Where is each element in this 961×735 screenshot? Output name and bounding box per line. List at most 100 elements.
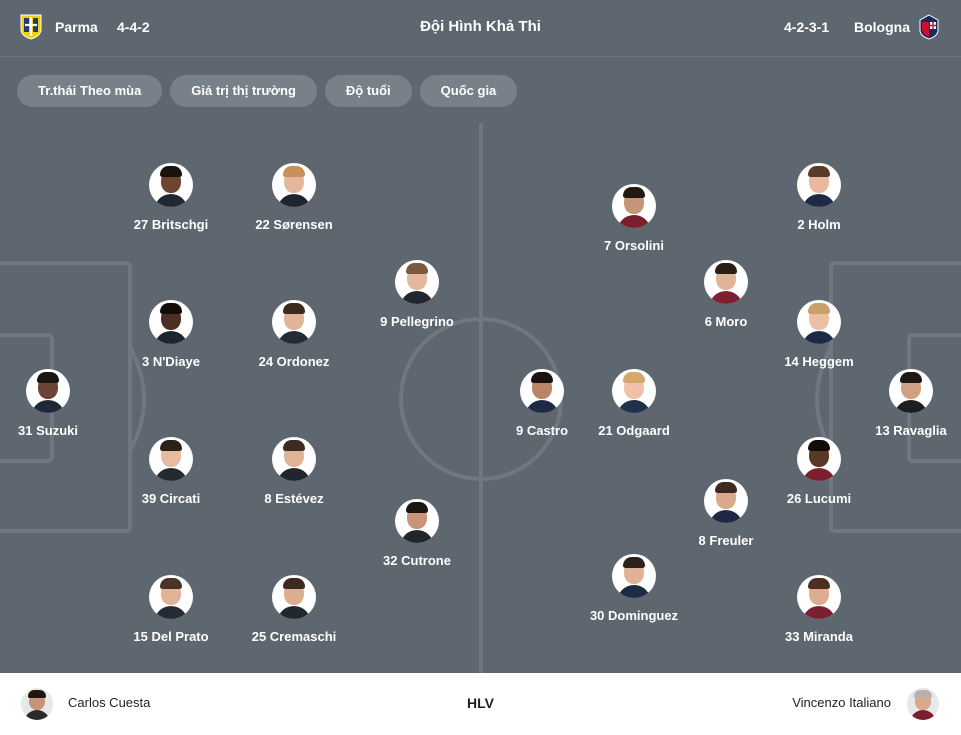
avatar-shirt	[802, 468, 836, 481]
player-name: 13 Ravaglia	[875, 423, 947, 438]
away-team-name[interactable]: Bologna	[854, 19, 910, 35]
parma-crest-icon[interactable]	[20, 14, 42, 40]
player-name: 8 Estévez	[264, 491, 324, 506]
filter-nationality[interactable]: Quốc gia	[419, 75, 518, 107]
avatar-hair	[283, 578, 305, 589]
avatar-hair	[28, 690, 46, 698]
lineup-header: Parma 4-4-2 Đội Hình Khả Thi 4-2-3-1 Bol…	[0, 0, 961, 57]
bologna-crest-icon[interactable]	[919, 14, 939, 40]
player-avatar	[797, 437, 841, 481]
home-coach-name[interactable]: Carlos Cuesta	[68, 695, 150, 710]
avatar-shirt	[400, 291, 434, 304]
player-name: 7 Orsolini	[604, 238, 664, 253]
home-coach-avatar[interactable]	[21, 688, 53, 720]
home-team-name[interactable]: Parma	[55, 19, 98, 35]
avatar-hair	[715, 263, 737, 274]
player-name: 2 Holm	[797, 217, 841, 232]
player-name: 39 Circati	[141, 491, 201, 506]
avatar-hair	[283, 166, 305, 177]
home-player[interactable]: 39 Circati	[106, 437, 236, 506]
avatar-hair	[808, 303, 830, 314]
away-player[interactable]: 21 Odgaard	[569, 369, 699, 438]
player-avatar	[26, 369, 70, 413]
avatar-shirt	[617, 585, 651, 598]
player-name: 21 Odgaard	[598, 423, 670, 438]
avatar-hair	[531, 372, 553, 383]
avatar-shirt	[24, 710, 50, 720]
avatar-shirt	[894, 400, 928, 413]
avatar-hair	[900, 372, 922, 383]
player-avatar	[797, 300, 841, 344]
player-avatar	[395, 260, 439, 304]
home-player[interactable]: 32 Cutrone	[352, 499, 482, 568]
player-name: 24 Ordonez	[258, 354, 330, 369]
avatar-hair	[406, 502, 428, 513]
away-player[interactable]: 7 Orsolini	[569, 184, 699, 253]
home-player[interactable]: 27 Britschgi	[106, 163, 236, 232]
home-player[interactable]: 22 Sørensen	[229, 163, 359, 232]
home-player[interactable]: 31 Suzuki	[0, 369, 113, 438]
lineup-panel: Parma 4-4-2 Đội Hình Khả Thi 4-2-3-1 Bol…	[0, 0, 961, 673]
avatar-hair	[623, 372, 645, 383]
player-avatar	[797, 163, 841, 207]
player-avatar	[272, 575, 316, 619]
player-name: 30 Dominguez	[589, 608, 679, 623]
avatar-shirt	[525, 400, 559, 413]
player-name: 31 Suzuki	[18, 423, 78, 438]
avatar-hair	[160, 440, 182, 451]
avatar-shirt	[154, 468, 188, 481]
avatar-shirt	[277, 606, 311, 619]
player-avatar	[149, 575, 193, 619]
avatar-hair	[623, 557, 645, 568]
avatar-shirt	[277, 194, 311, 207]
avatar-hair	[715, 482, 737, 493]
home-player[interactable]: 9 Pellegrino	[352, 260, 482, 329]
player-name: 27 Britschgi	[133, 217, 209, 232]
home-player[interactable]: 24 Ordonez	[229, 300, 359, 369]
player-avatar	[612, 369, 656, 413]
avatar-hair	[808, 578, 830, 589]
away-player[interactable]: 2 Holm	[754, 163, 884, 232]
home-player[interactable]: 3 N'Diaye	[106, 300, 236, 369]
away-player[interactable]: 30 Dominguez	[569, 554, 699, 623]
home-player[interactable]: 8 Estévez	[229, 437, 359, 506]
away-formation: 4-2-3-1	[784, 19, 830, 35]
avatar-hair	[160, 166, 182, 177]
avatar-shirt	[802, 194, 836, 207]
home-player[interactable]: 25 Cremaschi	[229, 575, 359, 644]
avatar-shirt	[617, 400, 651, 413]
avatar-shirt	[277, 468, 311, 481]
avatar-shirt	[910, 710, 936, 720]
avatar-shirt	[802, 606, 836, 619]
player-name: 33 Miranda	[785, 629, 853, 644]
player-avatar	[149, 437, 193, 481]
home-player[interactable]: 15 Del Prato	[106, 575, 236, 644]
away-player[interactable]: 8 Freuler	[661, 479, 791, 548]
away-player[interactable]: 13 Ravaglia	[846, 369, 961, 438]
avatar-hair	[914, 690, 932, 698]
filter-season-status[interactable]: Tr.thái Theo mùa	[17, 75, 163, 107]
player-avatar	[149, 163, 193, 207]
avatar-hair	[283, 440, 305, 451]
avatar-hair	[283, 303, 305, 314]
avatar-shirt	[802, 331, 836, 344]
away-coach-avatar[interactable]	[907, 688, 939, 720]
away-player[interactable]: 33 Miranda	[754, 575, 884, 644]
avatar-shirt	[400, 530, 434, 543]
avatar-hair	[160, 578, 182, 589]
player-name: 9 Pellegrino	[380, 314, 454, 329]
away-player[interactable]: 14 Heggem	[754, 300, 884, 369]
pitch: 31 Suzuki 27 Britschgi 22 Sørensen 3 N'Diay…	[0, 123, 961, 673]
player-avatar	[520, 369, 564, 413]
away-coach-name[interactable]: Vincenzo Italiano	[792, 695, 891, 710]
filter-age[interactable]: Độ tuổi	[324, 75, 412, 107]
player-name: 14 Heggem	[784, 354, 854, 369]
avatar-hair	[808, 166, 830, 177]
player-name: 32 Cutrone	[383, 553, 451, 568]
filter-market-value[interactable]: Giá trị thị trường	[170, 75, 317, 107]
avatar-shirt	[31, 400, 65, 413]
player-avatar	[704, 260, 748, 304]
player-avatar	[272, 437, 316, 481]
player-name: 22 Sørensen	[255, 217, 333, 232]
coach-bar: Carlos Cuesta HLV Vincenzo Italiano	[0, 673, 961, 735]
